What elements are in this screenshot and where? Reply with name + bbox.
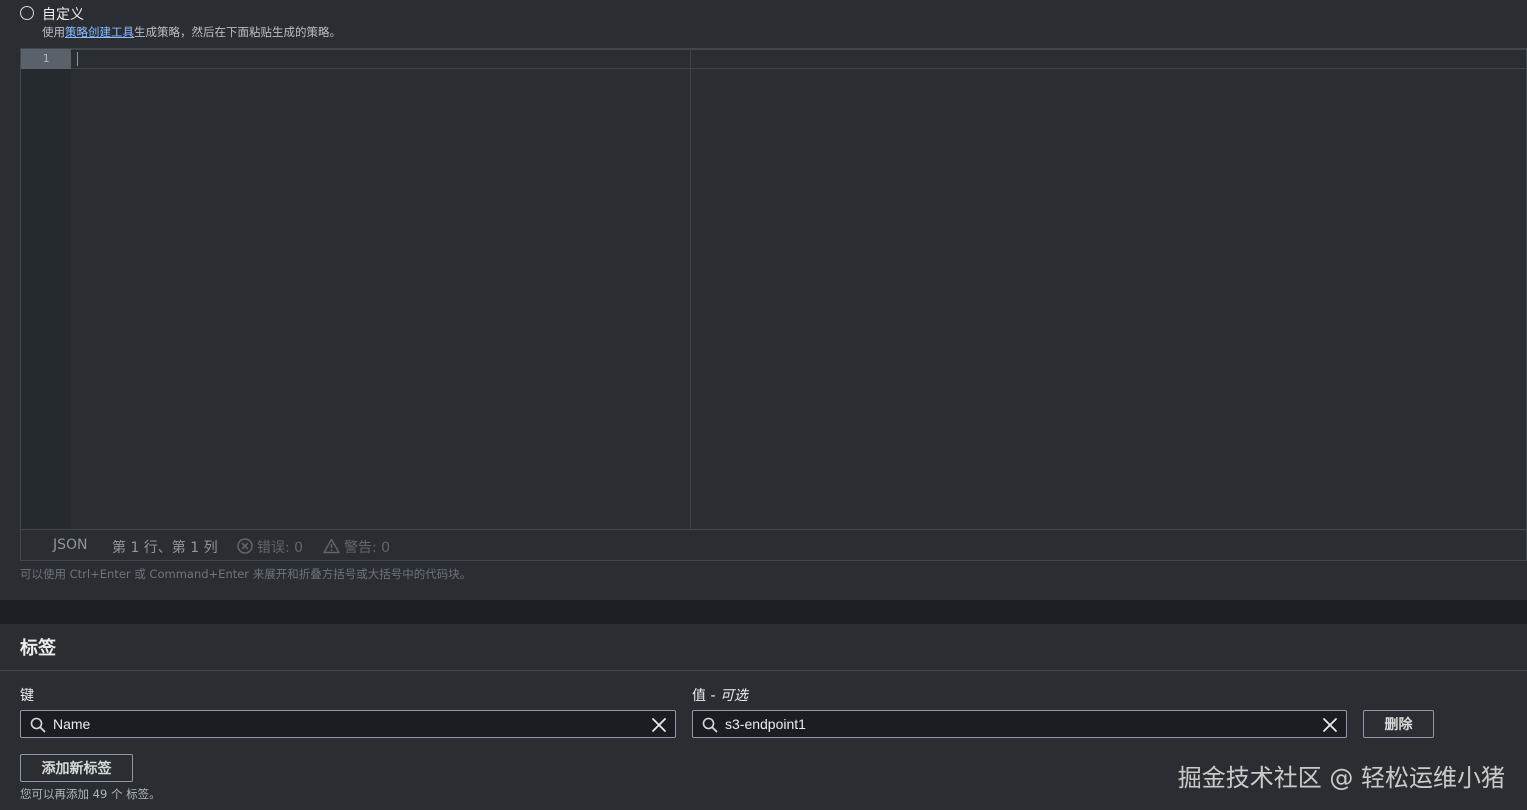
error-circle-icon <box>237 538 253 554</box>
errors-text: 错误: 0 <box>257 540 304 556</box>
tag-value-optional: 可选 <box>719 688 748 704</box>
tags-title: 标签 <box>20 638 56 659</box>
editor-errors[interactable]: 错误: 0 <box>237 537 303 557</box>
editor-warnings[interactable]: 警告: 0 <box>323 537 390 557</box>
tag-key-label: 键 <box>20 688 34 704</box>
tag-key-input[interactable] <box>20 710 676 738</box>
editor-cursor-position: 第 1 行、第 1 列 <box>112 540 218 556</box>
section-divider <box>0 600 1527 624</box>
editor-cursor <box>77 52 78 66</box>
close-icon[interactable] <box>1322 717 1338 733</box>
editor-print-margin <box>690 49 691 529</box>
delete-tag-button[interactable]: 删除 <box>1363 710 1434 738</box>
policy-section: 自定义 使用策略创建工具生成策略，然后在下面粘贴生成的策略。 1 JSON 第 … <box>0 0 1527 600</box>
editor-hint: 可以使用 Ctrl+Enter 或 Command+Enter 来展开和折叠方括… <box>20 567 472 581</box>
policy-generator-link[interactable]: 策略创建工具 <box>65 25 134 39</box>
search-icon <box>30 717 46 733</box>
tag-value-label: 值 - 可选 <box>692 685 748 705</box>
editor-language: JSON <box>53 537 88 553</box>
tag-key-field[interactable] <box>53 713 637 735</box>
custom-policy-description: 使用策略创建工具生成策略，然后在下面粘贴生成的策略。 <box>42 24 341 40</box>
line-number: 1 <box>21 49 71 69</box>
description-prefix: 使用 <box>42 25 65 39</box>
tag-value-field[interactable] <box>725 713 1308 735</box>
custom-policy-radio[interactable] <box>20 6 34 20</box>
policy-json-editor[interactable]: 1 JSON 第 1 行、第 1 列 错误: 0 警告: 0 <box>20 48 1527 561</box>
tag-value-label-text: 值 <box>692 688 706 704</box>
tags-section: 标签 键 值 - 可选 删除 添加新标签 您可以再添加 49 个 标签。 掘金技… <box>0 624 1527 810</box>
custom-policy-label[interactable]: 自定义 <box>42 4 84 24</box>
editor-active-line[interactable] <box>71 49 1526 69</box>
add-tag-button[interactable]: 添加新标签 <box>20 754 133 782</box>
description-suffix: 生成策略，然后在下面粘贴生成的策略。 <box>134 25 341 39</box>
close-icon[interactable] <box>651 717 667 733</box>
tag-value-input[interactable] <box>692 710 1347 738</box>
warning-triangle-icon <box>323 538 340 554</box>
search-icon <box>702 717 718 733</box>
warnings-text: 警告: 0 <box>344 540 391 556</box>
editor-status-bar: JSON 第 1 行、第 1 列 错误: 0 警告: 0 <box>21 529 1526 560</box>
tags-remaining-note: 您可以再添加 49 个 标签。 <box>20 787 161 801</box>
tags-header: 标签 <box>0 624 1527 671</box>
editor-gutter: 1 <box>21 49 71 529</box>
watermark: 掘金技术社区 @ 轻松运维小猪 <box>1177 764 1505 792</box>
tag-value-label-separator: - <box>706 688 720 704</box>
